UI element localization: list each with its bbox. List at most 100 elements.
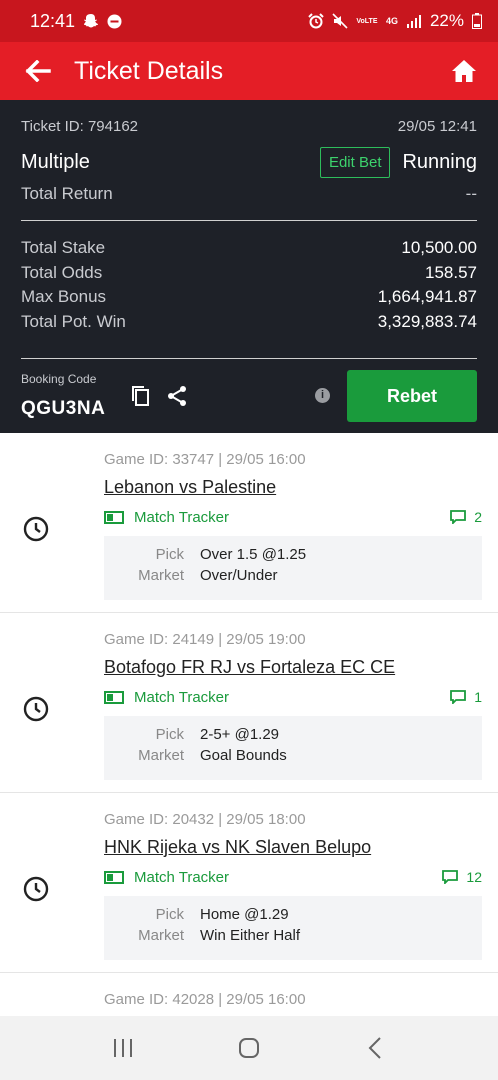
market-value: Over/Under <box>200 567 278 584</box>
system-nav-bar <box>0 1016 498 1080</box>
rebet-button[interactable]: Rebet <box>347 370 477 422</box>
total-value: 1,664,941.87 <box>377 287 477 307</box>
booking-code: QGU3NA <box>21 398 106 419</box>
app-bar: Ticket Details <box>0 42 498 100</box>
market-label: Market <box>138 567 184 584</box>
ticket-id: Ticket ID: 794162 <box>21 118 139 135</box>
total-value: 158.57 <box>425 262 477 282</box>
comments-button[interactable]: 2 <box>450 509 482 525</box>
comments-button[interactable]: 12 <box>442 869 482 885</box>
share-button[interactable] <box>165 384 189 408</box>
pick-details: Pick Home @1.29 Market Win Either Half <box>104 896 482 960</box>
clock-icon <box>23 696 49 722</box>
home-button[interactable] <box>448 55 480 87</box>
game-id: Game ID: 20432 | 29/05 18:00 <box>104 811 306 828</box>
clock-icon <box>23 876 49 902</box>
pick-value: 2-5+ @1.29 <box>200 726 280 743</box>
bet-type: Multiple <box>21 150 90 173</box>
total-return-label: Total Return <box>21 184 113 203</box>
battery-percent: 22% <box>429 11 464 30</box>
market-value: Goal Bounds <box>200 747 287 764</box>
booking-code-label: Booking Code <box>21 372 97 386</box>
pick-label: Pick <box>155 546 184 563</box>
total-label: Total Odds <box>21 262 103 282</box>
pick-details: Pick Over 1.5 @1.25 Market Over/Under <box>104 536 482 600</box>
selection-item: Game ID: 20432 | 29/05 18:00 HNK Rijeka … <box>0 793 498 973</box>
total-return-row: Total Return -- <box>21 184 477 204</box>
total-value: 10,500.00 <box>401 238 477 258</box>
match-tracker-link[interactable]: Match Tracker <box>104 689 229 706</box>
info-icon[interactable]: i <box>315 388 330 403</box>
ticket-meta: Ticket ID: 794162 29/05 12:41 <box>21 118 477 135</box>
pick-row: Pick Over 1.5 @1.25 <box>104 546 482 566</box>
market-label: Market <box>138 747 184 764</box>
page-title: Ticket Details <box>74 56 224 85</box>
comments-button[interactable]: 1 <box>450 689 482 705</box>
total-pot-win-row: Total Pot. Win 3,329,883.74 <box>21 310 477 335</box>
match-link[interactable]: Botafogo FR RJ vs Fortaleza EC CE <box>104 657 395 678</box>
match-tracker-label: Match Tracker <box>134 509 230 526</box>
arrow-left-icon <box>25 60 51 82</box>
home-icon <box>452 60 476 82</box>
total-stake-row: Total Stake 10,500.00 <box>21 236 477 261</box>
pick-value: Over 1.5 @1.25 <box>200 546 307 563</box>
game-id: Game ID: 42028 | 29/05 16:00 <box>104 991 306 1008</box>
comment-icon <box>450 690 467 704</box>
game-id: Game ID: 24149 | 29/05 19:00 <box>104 631 306 648</box>
tracker-icon <box>104 871 124 884</box>
total-odds-row: Total Odds 158.57 <box>21 261 477 286</box>
total-label: Total Pot. Win <box>21 311 126 331</box>
match-link[interactable]: Lebanon vs Palestine <box>104 477 276 498</box>
do-not-disturb-icon <box>107 14 122 28</box>
pick-label: Pick <box>155 906 184 923</box>
comments-count: 12 <box>466 869 482 885</box>
match-tracker-label: Match Tracker <box>134 869 230 886</box>
copy-button[interactable] <box>129 384 153 408</box>
total-return-value: -- <box>465 184 477 203</box>
ticket-datetime: 29/05 12:41 <box>397 118 477 135</box>
recent-apps-button[interactable] <box>103 1028 143 1068</box>
status-time: 12:41 <box>30 10 76 31</box>
battery-icon <box>472 13 482 29</box>
home-nav-button[interactable] <box>229 1028 269 1068</box>
tracker-icon <box>104 691 124 704</box>
total-value: 3,329,883.74 <box>377 311 477 331</box>
pick-details: Pick 2-5+ @1.29 Market Goal Bounds <box>104 716 482 780</box>
comments-count: 1 <box>474 689 482 705</box>
status-bar: 12:41 VoLTE 4G 22% <box>0 0 498 42</box>
divider <box>21 220 477 221</box>
volte-indicator: VoLTE <box>356 17 378 25</box>
selection-item: Game ID: 33747 | 29/05 16:00 Lebanon vs … <box>0 433 498 613</box>
back-button[interactable] <box>22 55 54 87</box>
selections-list: Game ID: 33747 | 29/05 16:00 Lebanon vs … <box>0 433 498 1016</box>
bet-type-row: Multiple Edit Bet Running <box>21 146 477 178</box>
match-link[interactable]: HNK Rijeka vs NK Slaven Belupo <box>104 837 371 858</box>
pick-row: Pick Home @1.29 <box>104 906 482 926</box>
signal-icon <box>406 15 421 28</box>
edit-bet-button[interactable]: Edit Bet <box>319 146 391 178</box>
booking-section: Booking Code QGU3NA i Rebet <box>21 368 477 424</box>
ticket-summary: Ticket ID: 794162 29/05 12:41 Multiple E… <box>0 100 498 433</box>
match-tracker-label: Match Tracker <box>134 689 230 706</box>
pick-row: Pick 2-5+ @1.29 <box>104 726 482 746</box>
clock-icon <box>23 516 49 542</box>
selection-item: Game ID: 42028 | 29/05 16:00 <box>0 973 498 1016</box>
market-value: Win Either Half <box>200 927 301 944</box>
pick-value: Home @1.29 <box>200 906 289 923</box>
alarm-icon <box>308 13 324 29</box>
market-row: Market Win Either Half <box>104 927 482 947</box>
match-tracker-link[interactable]: Match Tracker <box>104 869 229 886</box>
network-4g-indicator: 4G <box>385 15 398 26</box>
share-icon <box>168 386 186 406</box>
bet-status: Running <box>402 150 477 173</box>
back-nav-button[interactable] <box>355 1028 395 1068</box>
match-tracker-link[interactable]: Match Tracker <box>104 509 229 526</box>
divider <box>21 358 477 359</box>
total-label: Total Stake <box>21 238 106 258</box>
chevron-left-icon <box>368 1037 381 1059</box>
market-row: Market Goal Bounds <box>104 747 482 767</box>
comment-icon <box>442 870 459 884</box>
totals-list: Total Stake 10,500.00 Total Odds 158.57 … <box>21 236 477 334</box>
comments-count: 2 <box>474 509 482 525</box>
pick-label: Pick <box>155 726 184 743</box>
